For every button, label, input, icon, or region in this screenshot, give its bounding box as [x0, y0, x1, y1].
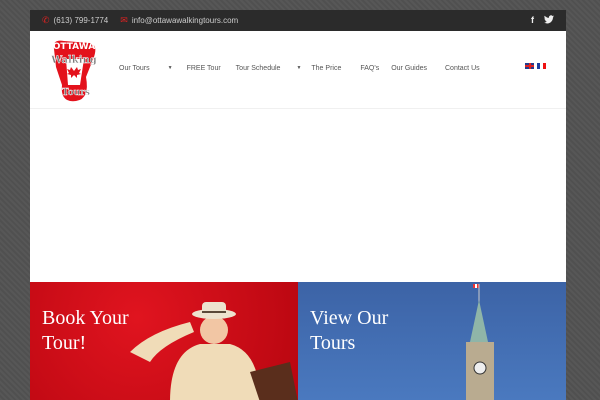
nav-tour-schedule[interactable]: Tour Schedule	[236, 65, 281, 72]
page: ✆ (613) 799-1774 ✉ info@ottawawalkingtours…	[30, 10, 566, 400]
france-flag-icon[interactable]	[537, 63, 546, 69]
uk-flag-icon[interactable]	[525, 63, 534, 69]
svg-text:Tours: Tours	[62, 88, 90, 98]
phone-link[interactable]: ✆ (613) 799-1774	[42, 15, 108, 26]
nav-our-guides[interactable]: Our Guides	[391, 65, 427, 72]
view-tours-panel[interactable]: View Our Tours	[298, 282, 566, 400]
twitter-icon[interactable]	[544, 15, 554, 26]
email-link[interactable]: ✉ info@ottawawalkingtours.com	[120, 15, 238, 26]
nav-our-tours[interactable]: Our Tours	[119, 65, 150, 72]
nav-contact-us[interactable]: Contact Us	[445, 65, 480, 72]
top-bar: ✆ (613) 799-1774 ✉ info@ottawawalkingtours…	[30, 10, 566, 31]
svg-text:Walking: Walking	[50, 55, 97, 66]
nav-the-price[interactable]: The Price	[311, 65, 341, 72]
email-address: info@ottawawalkingtours.com	[131, 16, 239, 25]
envelope-icon: ✉	[120, 15, 128, 25]
view-tours-title: View Our Tours	[310, 307, 389, 354]
chevron-down-icon[interactable]: ▼	[168, 65, 173, 72]
facebook-icon[interactable]: f	[531, 15, 534, 26]
phone-icon: ✆	[42, 15, 50, 25]
book-tour-panel[interactable]: Book Your Tour!	[30, 282, 298, 400]
hero-slider	[30, 109, 566, 282]
peace-tower-image	[466, 284, 494, 400]
main-nav: Our Tours ▼ FREE Tour Tour Schedule ▼ Th…	[119, 65, 480, 72]
header: OTTAWA Walking Tours Our Tours ▼ FREE To…	[30, 31, 566, 109]
nav-free-tour[interactable]: FREE Tour	[187, 65, 221, 72]
chevron-down-icon[interactable]: ▼	[296, 65, 301, 72]
traveler-image	[130, 302, 298, 400]
nav-faqs[interactable]: FAQ's	[360, 65, 379, 72]
logo[interactable]: OTTAWA Walking Tours	[46, 37, 102, 103]
svg-text:OTTAWA: OTTAWA	[53, 42, 96, 52]
phone-number: (613) 799-1774	[53, 16, 109, 25]
